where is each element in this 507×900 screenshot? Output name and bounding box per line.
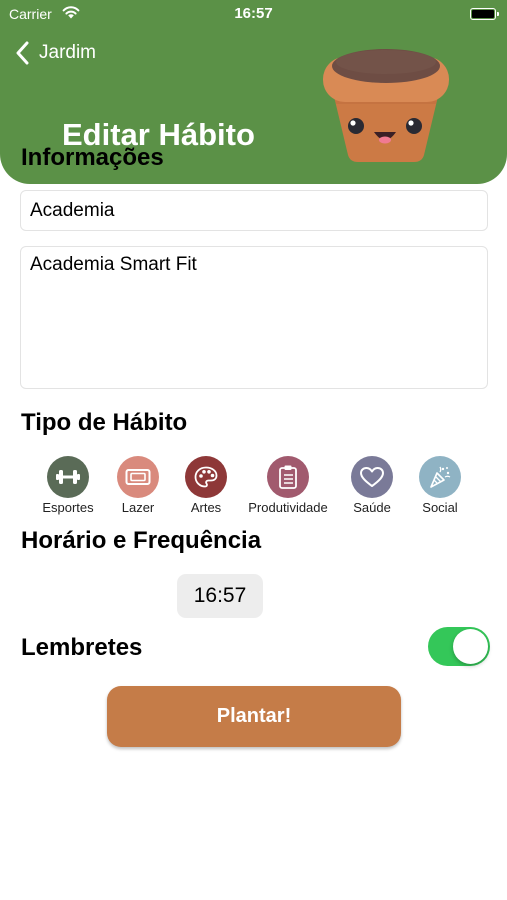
- type-label-social: Social: [422, 500, 458, 515]
- palette-icon: [185, 456, 227, 498]
- status-bar: Carrier 16:57: [0, 0, 507, 28]
- clipboard-icon: [267, 456, 309, 498]
- habit-name-input[interactable]: Academia: [20, 190, 488, 231]
- battery-icon: [470, 8, 499, 20]
- flower-pot-mascot-icon: [322, 40, 450, 169]
- habit-description-textarea[interactable]: Academia Smart Fit: [20, 246, 488, 389]
- toggle-knob: [453, 629, 488, 664]
- dumbbell-icon: [47, 456, 89, 498]
- status-time: 16:57: [234, 5, 273, 22]
- ticket-icon: [117, 456, 159, 498]
- chevron-left-icon: [16, 41, 29, 65]
- habit-type-heading: Tipo de Hábito: [21, 409, 188, 436]
- reminders-toggle[interactable]: [428, 627, 490, 666]
- back-label: Jardim: [39, 42, 97, 63]
- reminders-heading: Lembretes: [21, 634, 143, 661]
- edit-habit-screen: Carrier 16:57 Jardim Editar Hábito Infor…: [0, 0, 507, 900]
- time-picker[interactable]: 16:57: [177, 574, 263, 618]
- party-popper-icon: [419, 456, 461, 498]
- type-option-social[interactable]: Social: [390, 456, 490, 515]
- heart-icon: [351, 456, 393, 498]
- schedule-heading: Horário e Frequência: [21, 527, 262, 554]
- plant-button[interactable]: Plantar!: [107, 686, 401, 747]
- info-heading: Informações: [21, 144, 164, 171]
- back-button[interactable]: Jardim: [16, 40, 96, 66]
